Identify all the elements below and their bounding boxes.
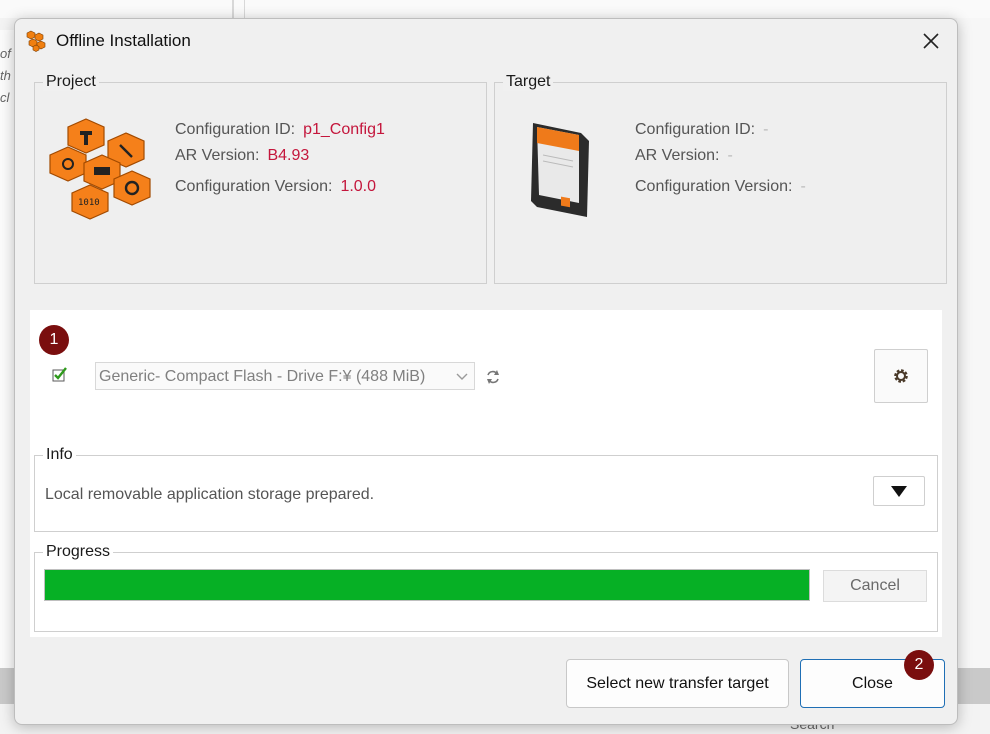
project-ar-version-label: AR Version: (175, 147, 260, 164)
background-app-statusbar (957, 668, 990, 704)
progress-bar (44, 569, 810, 601)
info-expand-button[interactable] (873, 476, 925, 506)
project-configuration-icon: 1010 (49, 118, 151, 220)
offline-installation-dialog: Offline Installation Project 1010 Config… (14, 18, 958, 725)
close-icon[interactable] (921, 31, 941, 51)
compact-flash-card-icon (531, 123, 589, 217)
background-app-top (0, 0, 990, 18)
project-configuration-version-label: Configuration Version: (175, 178, 333, 195)
progress-group-label: Progress (43, 543, 114, 561)
progress-bar-fill (45, 570, 809, 600)
background-app-left-pane: of th cl (0, 30, 15, 670)
target-ar-version: AR Version: - (635, 147, 733, 165)
chevron-down-icon (456, 373, 468, 380)
transfer-settings-button[interactable] (874, 349, 928, 403)
background-divider (244, 0, 245, 18)
background-text: cl (0, 90, 10, 105)
background-text: th (0, 68, 11, 83)
target-configuration-version-label: Configuration Version: (635, 178, 793, 195)
background-app-statusbar (0, 668, 14, 704)
target-group: Target Configuration ID: - AR Version: - C… (494, 73, 947, 284)
background-text: of (0, 46, 11, 61)
step-badge-2: 2 (904, 650, 934, 680)
project-configuration-id: Configuration ID: p1_Config1 (175, 121, 385, 139)
target-ar-version-value: - (727, 147, 733, 164)
select-new-transfer-target-button[interactable]: Select new transfer target (566, 659, 789, 708)
orange-hexagons-icon (26, 30, 46, 52)
dialog-title: Offline Installation (56, 31, 191, 50)
checkmark-icon (52, 367, 67, 382)
background-app-right-pane (957, 18, 990, 668)
target-ar-version-label: AR Version: (635, 147, 720, 164)
target-configuration-version-value: - (800, 178, 806, 195)
target-configuration-id-value: - (763, 121, 769, 138)
target-configuration-version: Configuration Version: - (635, 178, 806, 196)
project-configuration-version: Configuration Version: 1.0.0 (175, 178, 376, 196)
gear-icon (894, 369, 908, 383)
cancel-button[interactable]: Cancel (823, 570, 927, 602)
project-ar-version-value: B4.93 (267, 147, 310, 164)
progress-group: Progress Cancel (34, 543, 938, 632)
target-configuration-id: Configuration ID: - (635, 121, 768, 139)
refresh-icon[interactable] (485, 369, 501, 385)
svg-text:1010: 1010 (78, 198, 100, 208)
project-configuration-version-value: 1.0.0 (340, 178, 377, 195)
background-divider (232, 0, 234, 18)
transfer-target-dropdown[interactable]: Generic- Compact Flash - Drive F:¥ (488 … (95, 362, 475, 390)
project-configuration-id-label: Configuration ID: (175, 121, 296, 138)
transfer-target-selected-value: Generic- Compact Flash - Drive F:¥ (488 … (99, 368, 426, 385)
project-ar-version: AR Version: B4.93 (175, 147, 309, 165)
step-badge-1: 1 (39, 325, 69, 355)
target-group-label: Target (503, 73, 554, 91)
project-group: Project 1010 Configuration ID: p1_Config1… (34, 73, 487, 284)
dialog-titlebar[interactable]: Offline Installation (15, 19, 957, 63)
info-message: Local removable application storage prep… (45, 486, 375, 503)
info-group-label: Info (43, 446, 76, 464)
project-group-label: Project (43, 73, 99, 91)
target-configuration-id-label: Configuration ID: (635, 121, 756, 138)
triangle-down-icon (891, 486, 907, 497)
info-group: Info Local removable application storage… (34, 446, 938, 532)
project-configuration-id-value: p1_Config1 (303, 121, 385, 138)
